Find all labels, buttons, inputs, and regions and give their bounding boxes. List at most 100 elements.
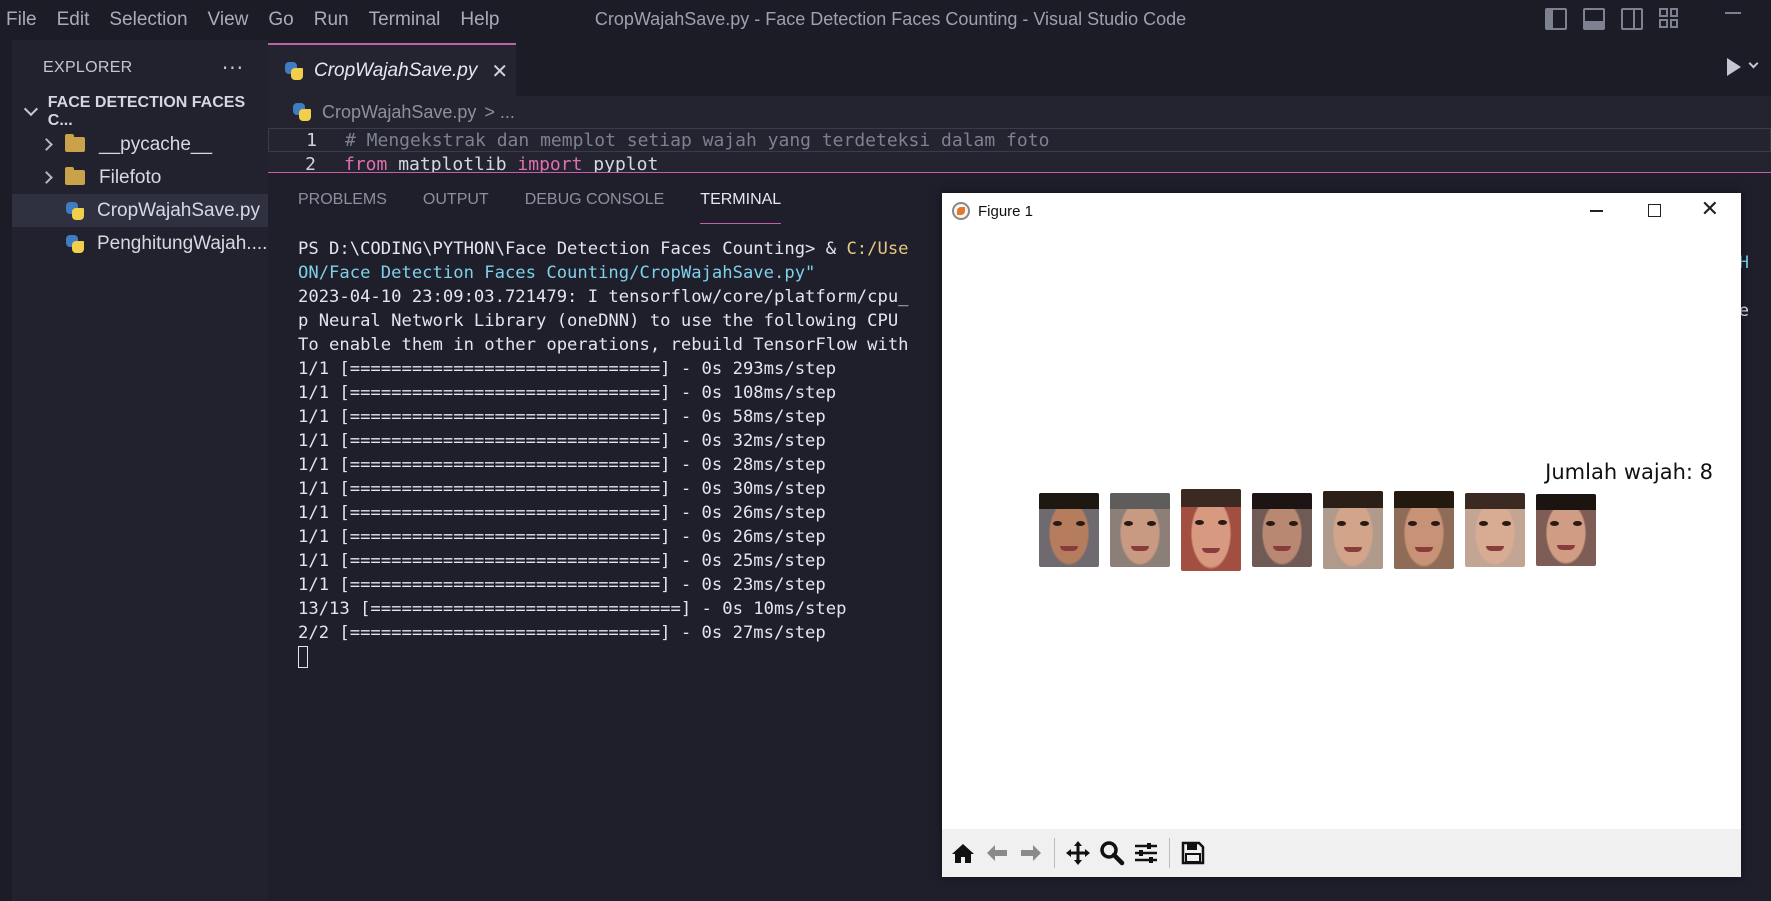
code-module: matplotlib: [387, 153, 518, 173]
python-file-icon: [292, 102, 312, 122]
terminal-line: 1/1 [==============================] - 0…: [298, 431, 826, 451]
line-number: 1: [306, 129, 317, 151]
terminal-line: 13/13 [==============================] -…: [298, 599, 847, 619]
back-icon[interactable]: [984, 840, 1010, 866]
tab-label: CropWajahSave.py: [314, 59, 478, 81]
explorer-sidebar: EXPLORER ··· FACE DETECTION FACES C... _…: [12, 40, 268, 901]
configure-icon[interactable]: [1133, 840, 1159, 866]
home-icon[interactable]: [950, 840, 976, 866]
run-python-file-icon[interactable]: [1727, 58, 1741, 76]
figure-title-bar: Figure 1: [942, 193, 1741, 229]
workspace-folder[interactable]: FACE DETECTION FACES C...: [12, 94, 268, 129]
workspace-folder-label: FACE DETECTION FACES C...: [47, 94, 246, 129]
face-thumbnail: [1394, 491, 1454, 569]
chevron-right-icon: [40, 138, 53, 151]
zoom-icon[interactable]: [1099, 840, 1125, 866]
run-options-chevron-icon[interactable]: [1748, 58, 1759, 69]
forward-icon[interactable]: [1018, 840, 1044, 866]
customize-layout-icon[interactable]: [1659, 8, 1681, 30]
code-keyword: from: [344, 153, 388, 173]
tab-output[interactable]: OUTPUT: [423, 177, 489, 223]
figure-title: Figure 1: [978, 202, 1034, 220]
toggle-panel-icon[interactable]: [1583, 8, 1605, 30]
more-actions-icon[interactable]: ···: [222, 56, 244, 80]
folder-icon: [65, 134, 85, 152]
tab-cropwajahsave[interactable]: CropWajahSave.py ✕: [268, 43, 516, 96]
terminal-line: 2/2 [==============================] - 0…: [298, 623, 826, 643]
terminal-line: 1/1 [==============================] - 0…: [298, 455, 826, 475]
code-editor[interactable]: 1 # Mengekstrak dan memplot setiap wajah…: [268, 128, 1771, 172]
face-thumbnail: [1465, 493, 1525, 567]
terminal-path-continuation: ON/Face Detection Faces Counting/CropWaj…: [298, 263, 816, 283]
figure-canvas[interactable]: Jumlah wajah: 8: [942, 229, 1741, 824]
terminal-line: 1/1 [==============================] - 0…: [298, 479, 826, 499]
menu-go[interactable]: Go: [268, 9, 307, 31]
terminal-line: To enable them in other operations, rebu…: [298, 335, 909, 355]
breadcrumb-rest[interactable]: > ...: [484, 102, 515, 123]
face-thumbnail: [1323, 491, 1383, 569]
tree-item-label: CropWajahSave.py: [97, 199, 260, 221]
menu-selection[interactable]: Selection: [109, 9, 201, 31]
figure-minimize-icon[interactable]: [1590, 210, 1603, 212]
chevron-right-icon: [40, 171, 53, 184]
python-file-icon: [65, 234, 85, 254]
menu-edit[interactable]: Edit: [57, 9, 104, 31]
face-thumbnail: [1536, 494, 1596, 566]
terminal-line: 2023-04-10 23:09:03.721479: I tensorflow…: [298, 287, 909, 307]
tree-item-label: __pycache__: [99, 133, 213, 155]
terminal-line: 1/1 [==============================] - 0…: [298, 527, 826, 547]
chevron-down-icon: [23, 102, 38, 116]
face-thumbnail: [1110, 493, 1170, 567]
terminal-line: 1/1 [==============================] - 0…: [298, 503, 826, 523]
tree-item-penghitungwajah[interactable]: PenghitungWajah....: [12, 227, 268, 260]
code-line-2: 2 from matplotlib import pyplot: [268, 152, 1771, 173]
tab-terminal[interactable]: TERMINAL: [700, 177, 782, 224]
close-tab-icon[interactable]: ✕: [491, 59, 508, 83]
minimize-window-icon[interactable]: [1725, 12, 1741, 14]
save-icon[interactable]: [1180, 840, 1206, 866]
toggle-sidebar-icon[interactable]: [1545, 8, 1567, 30]
tree-item-cropwajahsave[interactable]: CropWajahSave.py: [12, 194, 268, 227]
tree-item-label: PenghitungWajah....: [97, 232, 268, 254]
tree-item-filefoto[interactable]: Filefoto: [12, 161, 268, 194]
line-number: 2: [305, 153, 316, 173]
title-bar: File Edit Selection View Go Run Terminal…: [0, 0, 1771, 40]
terminal-line: 1/1 [==============================] - 0…: [298, 407, 826, 427]
toggle-secondary-sidebar-icon[interactable]: [1621, 8, 1643, 30]
menu-file[interactable]: File: [6, 9, 51, 31]
figure-maximize-icon[interactable]: [1648, 204, 1661, 217]
toolbar-separator: [1169, 838, 1170, 868]
terminal-line: p Neural Network Library (oneDNN) to use…: [298, 311, 909, 331]
breadcrumb-file[interactable]: CropWajahSave.py: [322, 102, 476, 123]
terminal-line: 1/1 [==============================] - 0…: [298, 575, 826, 595]
terminal-prompt: PS D:\CODING\PYTHON\Face Detection Faces…: [298, 239, 847, 259]
tree-item-label: Filefoto: [99, 166, 162, 188]
figure-close-icon[interactable]: ✕: [1701, 197, 1719, 222]
terminal-line: 1/1 [==============================] - 0…: [298, 359, 837, 379]
face-thumbnails: [1039, 489, 1596, 571]
python-file-icon: [65, 201, 85, 221]
python-file-icon: [284, 61, 304, 81]
menu-run[interactable]: Run: [314, 9, 363, 31]
tab-debug-console[interactable]: DEBUG CONSOLE: [525, 177, 665, 223]
menu-help[interactable]: Help: [460, 9, 513, 31]
code-name: pyplot: [582, 153, 659, 173]
terminal-path-link[interactable]: C:/Use: [846, 239, 908, 259]
terminal-line: 1/1 [==============================] - 0…: [298, 551, 826, 571]
code-line-1: 1 # Mengekstrak dan memplot setiap wajah…: [268, 128, 1771, 152]
terminal-line: 1/1 [==============================] - 0…: [298, 383, 837, 403]
tab-problems[interactable]: PROBLEMS: [298, 177, 387, 223]
editor-tab-bar: CropWajahSave.py ✕: [268, 40, 1771, 96]
terminal-cursor: [298, 646, 308, 668]
figure-toolbar: [942, 829, 1741, 877]
menu-view[interactable]: View: [208, 9, 263, 31]
breadcrumb: CropWajahSave.py > ...: [268, 96, 1771, 128]
face-thumbnail: [1252, 493, 1312, 567]
face-thumbnail: [1039, 493, 1099, 567]
menu-terminal[interactable]: Terminal: [369, 9, 455, 31]
tree-item-pycache[interactable]: __pycache__: [12, 128, 268, 161]
toolbar-separator: [1054, 838, 1055, 868]
matplotlib-figure-window: Figure 1 ✕ Jumlah wajah: 8: [942, 193, 1741, 877]
pan-icon[interactable]: [1065, 840, 1091, 866]
face-thumbnail: [1181, 489, 1241, 571]
